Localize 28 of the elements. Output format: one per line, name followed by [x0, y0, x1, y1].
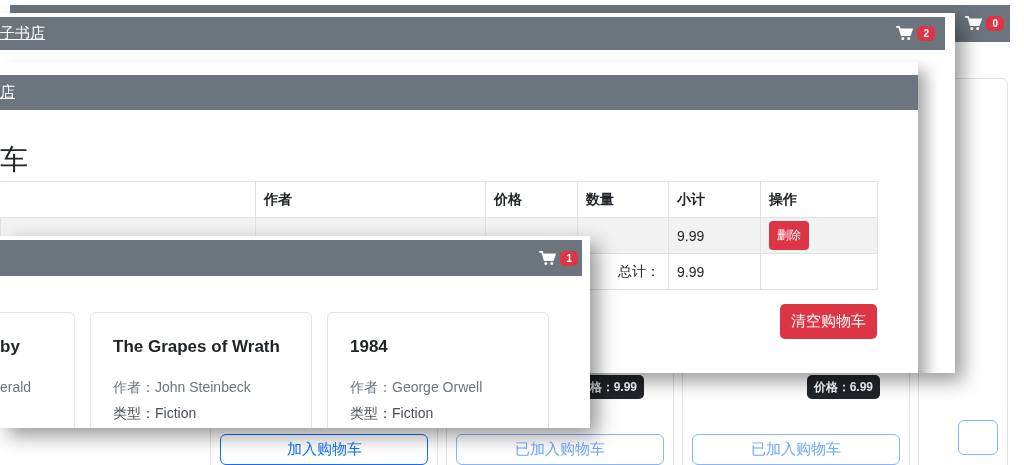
book-author: 作者：George Orwell	[350, 379, 484, 397]
price-badge: 价格：6.99	[806, 375, 880, 399]
clear-cart-button[interactable]: 清空购物车	[780, 304, 877, 339]
table-cell: 9.99	[668, 253, 761, 290]
brand-link[interactable]: 店	[0, 83, 15, 102]
column-header: 数量	[577, 181, 669, 218]
book-title: by	[0, 337, 21, 358]
cart-count-badge: 0	[986, 16, 1004, 31]
column-header: 价格	[485, 181, 578, 218]
add-to-cart-button[interactable]: 加入购物车	[220, 434, 428, 465]
cart-icon[interactable]	[539, 250, 557, 266]
book-author: erald	[0, 379, 33, 397]
book-genre: 类型：Fiction	[350, 405, 435, 423]
column-header: 作者	[255, 181, 486, 218]
page-heading: 车	[0, 143, 29, 177]
cart-count-badge: 2	[917, 26, 935, 41]
book-title: 1984	[350, 337, 389, 358]
table-cell: 9.99	[668, 217, 761, 254]
cart-icon[interactable]	[965, 16, 983, 31]
book-genre: 类型：Fiction	[113, 405, 198, 423]
cart-icon[interactable]	[896, 26, 914, 41]
cart-count-badge: 1	[560, 250, 578, 266]
delete-button[interactable]: 删除	[769, 221, 809, 250]
column-header: 操作	[760, 181, 878, 218]
book-author: 作者：John Steinbeck	[113, 379, 252, 397]
book-title: The Grapes of Wrath	[113, 337, 281, 358]
column-header: 小计	[668, 181, 761, 218]
brand-link[interactable]: 子书店	[0, 24, 45, 43]
